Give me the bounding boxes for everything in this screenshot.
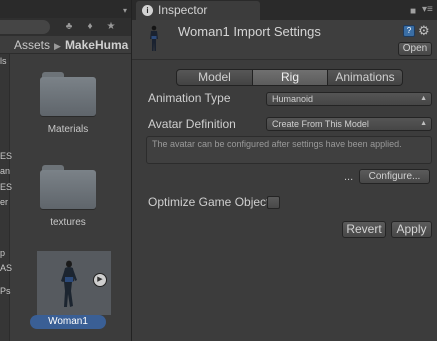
animation-type-dropdown[interactable]: Humanoid ▲ <box>266 92 432 106</box>
optimize-game-object-label: Optimize Game Object <box>148 195 270 209</box>
tree-item[interactable]: er <box>0 197 8 207</box>
breadcrumb-separator-icon: ▶ <box>54 41 61 51</box>
favorite-star-icon[interactable]: ★ <box>104 20 118 34</box>
inspector-tab-bar: i Inspector ■ ▾≡ <box>132 0 437 20</box>
model-icon <box>150 25 158 51</box>
tab-animations[interactable]: Animations <box>328 69 403 86</box>
panel-menu-icon[interactable]: ▾ <box>119 4 131 18</box>
folder-icon <box>40 165 96 209</box>
dropdown-arrow-icon: ▲ <box>420 120 427 127</box>
tab-inspector[interactable]: i Inspector <box>136 1 260 20</box>
tab-inspector-label: Inspector <box>158 3 208 17</box>
optimize-game-object-checkbox[interactable] <box>267 196 280 209</box>
asset-textures-folder[interactable]: textures <box>30 165 106 228</box>
breadcrumb-item-current[interactable]: MakeHuma <box>65 38 128 52</box>
tab-rig[interactable]: Rig <box>253 69 328 86</box>
apply-button[interactable]: Apply <box>391 221 432 238</box>
avatar-definition-value: Create From This Model <box>272 119 369 129</box>
breadcrumb-item-assets[interactable]: Assets <box>14 38 50 52</box>
avatar-definition-label: Avatar Definition <box>148 117 236 131</box>
info-help-box: The avatar can be configured after setti… <box>146 136 432 164</box>
tree-item[interactable]: AS <box>0 263 12 273</box>
filter-by-type-icon[interactable]: ♣ <box>62 20 76 34</box>
folder-tree[interactable]: ls ES an ES er p AS Ps <box>0 54 12 341</box>
asset-label-selected[interactable]: Woman1 <box>30 315 106 329</box>
tree-item[interactable]: Ps <box>0 286 11 296</box>
configure-button[interactable]: Configure... <box>359 169 430 184</box>
open-button[interactable]: Open <box>398 42 432 56</box>
filter-by-label-icon[interactable]: ♦ <box>83 20 97 34</box>
project-panel: ♣ ♦ ★ ▾ Assets ▶ MakeHuma ls ES an ES er p… <box>0 0 131 341</box>
animation-type-value: Humanoid <box>272 94 314 104</box>
breadcrumb: Assets ▶ MakeHuma <box>0 36 131 54</box>
inspector-panel: i Inspector ■ ▾≡ Woman1 Import Settings … <box>131 0 437 341</box>
tree-item[interactable]: ES <box>0 182 12 192</box>
play-preview-icon[interactable]: ▶ <box>93 273 107 287</box>
page-title: Woman1 Import Settings <box>178 24 321 39</box>
tab-model[interactable]: Model <box>176 69 253 86</box>
tree-item[interactable]: ES <box>0 151 12 161</box>
project-tab-bar <box>0 0 131 18</box>
tree-item[interactable]: ls <box>0 56 7 66</box>
revert-button[interactable]: Revert <box>342 221 386 238</box>
animation-type-label: Animation Type <box>148 91 231 105</box>
tree-item[interactable]: an <box>0 166 10 176</box>
dropdown-arrow-icon: ▲ <box>420 95 427 102</box>
avatar-definition-dropdown[interactable]: Create From This Model ▲ <box>266 117 432 131</box>
search-field[interactable] <box>0 20 50 34</box>
folder-icon <box>40 72 96 116</box>
asset-label: Materials <box>47 124 89 135</box>
avatar-ellipsis: ... <box>344 171 354 183</box>
asset-materials-folder[interactable]: Materials <box>30 72 106 135</box>
tree-item[interactable]: p <box>0 248 5 258</box>
gear-icon[interactable]: ⚙ <box>418 23 430 39</box>
lock-icon[interactable]: ■ <box>410 6 416 17</box>
import-tabs: Model Rig Animations <box>176 69 403 86</box>
panel-menu-icon[interactable]: ▾≡ <box>422 4 433 15</box>
help-icon[interactable]: ? <box>403 25 415 37</box>
info-icon: i <box>142 5 153 16</box>
asset-label: textures <box>50 217 86 228</box>
inspector-header: Woman1 Import Settings ? ⚙ Open <box>132 20 437 60</box>
